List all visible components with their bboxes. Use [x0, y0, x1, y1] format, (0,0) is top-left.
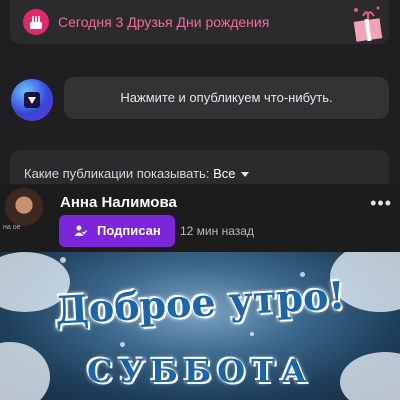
- post-image[interactable]: Доброе утро! СУББОТА: [0, 252, 400, 400]
- birthday-banner[interactable]: Сегодня 3 Друзья Дни рождения: [10, 0, 389, 44]
- birthday-text: Сегодня 3 Друзья Дни рождения: [58, 14, 270, 30]
- user-avatar[interactable]: [11, 79, 53, 121]
- image-day-text: СУББОТА: [87, 352, 313, 390]
- post-time: 12 мин назад: [180, 224, 254, 238]
- compose-input[interactable]: Нажмите и опубликуем что-нибуть.: [64, 77, 389, 119]
- cake-icon: [23, 9, 49, 35]
- more-options-icon[interactable]: •••: [370, 193, 392, 214]
- feed-filter-row[interactable]: Какие публикации показывать: Все: [24, 166, 250, 181]
- gift-icon: [351, 4, 385, 42]
- author-avatar[interactable]: [5, 188, 43, 226]
- subscribed-button[interactable]: Подписан: [59, 215, 175, 247]
- composer: Нажмите и опубликуем что-нибуть.: [0, 60, 400, 134]
- chevron-down-icon[interactable]: [241, 172, 250, 178]
- feed-filter-label: Какие публикации показывать:: [24, 166, 210, 181]
- author-name[interactable]: Анна Налимова: [60, 194, 177, 211]
- feed-filter[interactable]: Какие публикации показывать: Все: [10, 150, 389, 184]
- person-check-icon: [74, 225, 87, 236]
- feed-filter-value[interactable]: Все: [213, 166, 235, 181]
- subscribed-label: Подписан: [97, 223, 161, 238]
- avatar-caption: на ое: [3, 224, 21, 231]
- post-header: на ое Анна Налимова Подписан 12 мин наза…: [0, 184, 400, 252]
